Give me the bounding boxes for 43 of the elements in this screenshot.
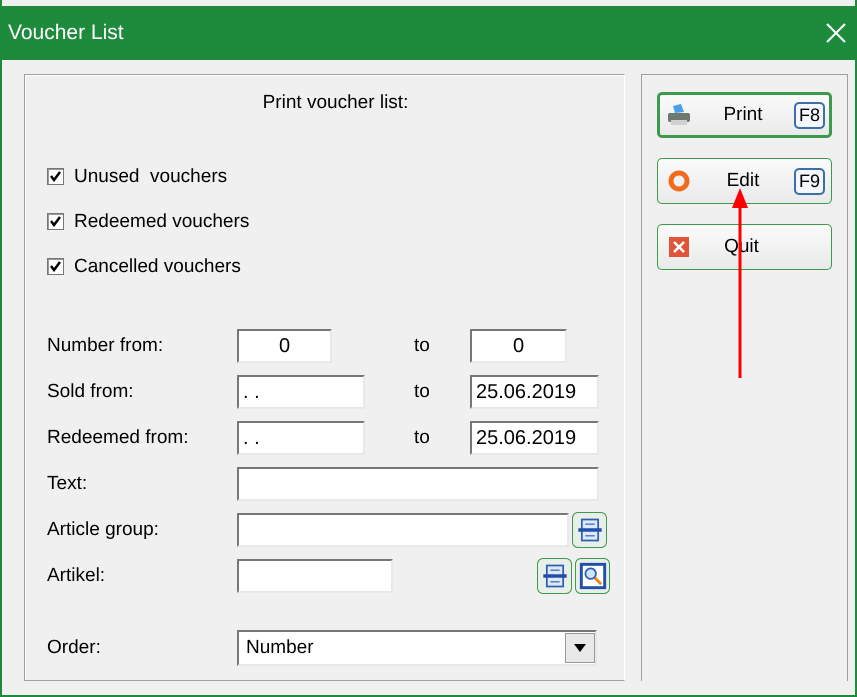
from-field[interactable]: 0: [237, 329, 332, 363]
edit-button[interactable]: Edit F9: [657, 158, 832, 204]
close-icon[interactable]: [825, 22, 847, 44]
checkbox[interactable]: [47, 213, 64, 230]
checkbox-label[interactable]: Redeemed vouchers: [74, 210, 250, 232]
field-label: Article group:: [47, 519, 160, 541]
field-label: Artikel:: [47, 565, 106, 587]
article-group-field[interactable]: [237, 513, 569, 547]
checkbox-label[interactable]: Cancelled vouchers: [74, 256, 241, 278]
field-label: Sold from:: [47, 381, 135, 403]
checkbox[interactable]: [47, 168, 64, 185]
search-icon: [578, 562, 606, 590]
to-label: to: [414, 381, 431, 403]
to-field[interactable]: 0: [470, 329, 567, 363]
checkbox-label[interactable]: Unused vouchers: [74, 166, 228, 188]
window-title: Voucher List: [8, 21, 124, 45]
search-button[interactable]: [575, 558, 610, 594]
list-icon: [540, 562, 568, 590]
list-icon: [576, 516, 604, 544]
field-label: Order:: [47, 637, 102, 659]
to-field[interactable]: 25.06.2019: [470, 375, 599, 409]
lookup-button[interactable]: [572, 512, 607, 548]
field-label: Text:: [47, 473, 88, 495]
order-dropdown[interactable]: Number: [237, 630, 597, 666]
checkbox[interactable]: [47, 258, 64, 275]
to-field[interactable]: 25.06.2019: [470, 421, 599, 455]
shortcut-key: F8: [794, 102, 825, 128]
lookup-button[interactable]: [537, 558, 572, 594]
to-label: to: [414, 335, 431, 357]
field-label: Redeemed from:: [47, 427, 190, 449]
print-button[interactable]: Print F8: [657, 92, 832, 138]
dropdown-value: Number: [246, 637, 314, 659]
from-field[interactable]: . .: [237, 375, 365, 409]
to-label: to: [414, 427, 431, 449]
printer-icon: [666, 102, 692, 128]
from-field[interactable]: . .: [237, 421, 365, 455]
panel-heading: Print voucher list:: [262, 92, 408, 114]
close-icon: [666, 234, 692, 260]
field-label: Number from:: [47, 335, 164, 357]
article-field[interactable]: [237, 559, 393, 593]
shortcut-key: F9: [794, 168, 825, 194]
ring-icon: [666, 168, 692, 194]
text-field[interactable]: [237, 467, 599, 501]
